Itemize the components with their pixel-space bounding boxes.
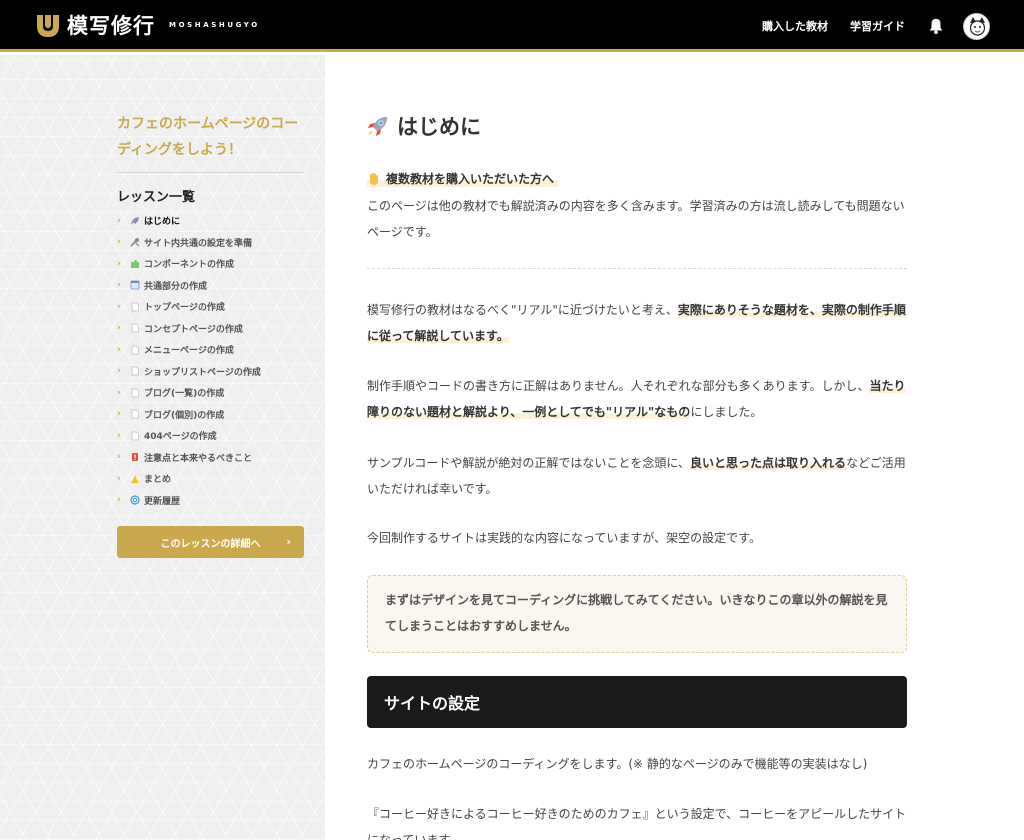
page-icon <box>131 431 139 441</box>
chevron-right-icon: › <box>117 387 121 398</box>
lesson-label: トップページの作成 <box>144 303 225 314</box>
intro-paragraph-3: サンプルコードや解説が絶対の正解ではないことを念頭に、良いと思った点は取り入れる… <box>367 450 907 502</box>
nav-purchased-materials[interactable]: 購入した教材 <box>762 18 828 34</box>
logo-mark-icon <box>37 14 59 37</box>
pray-icon <box>131 474 139 483</box>
chevron-right-icon: › <box>117 323 121 334</box>
lesson-label: ショップリストページの作成 <box>144 367 261 378</box>
lesson-item-common-settings[interactable]: › サイト内共通の設定を準備 <box>117 232 317 254</box>
page-icon <box>131 409 139 419</box>
chevron-right-icon: › <box>286 535 291 548</box>
lesson-label: ブログ(個別)の作成 <box>144 410 225 421</box>
chevron-right-icon: › <box>117 301 121 312</box>
intro-paragraph-1: 模写修行の教材はなるべく"リアル"に近づけたいと考え、実際にありそうな題材を、実… <box>367 297 907 349</box>
paragraph-text: 制作手順やコードの書き方に正解はありません。人それぞれな部分も多くあります。しか… <box>367 379 870 393</box>
section-heading-site-settings: サイトの設定 <box>367 676 907 728</box>
raised-hand-icon <box>370 172 378 185</box>
window-icon <box>130 280 140 290</box>
refresh-icon <box>130 495 140 505</box>
site-settings-paragraph-2: 『コーヒー好きによるコーヒー好きのためのカフェ』という設定で、コーヒーをアピール… <box>367 807 907 840</box>
chevron-right-icon: › <box>117 473 121 484</box>
lesson-label: 注意点と本来やるべきこと <box>144 453 253 464</box>
lesson-item-404-page[interactable]: › 404ページの作成 <box>117 425 317 447</box>
lesson-label: コンセプトページの作成 <box>144 324 243 335</box>
chevron-right-icon: › <box>117 237 121 248</box>
lesson-label: 共通部分の作成 <box>144 281 208 292</box>
rocket-icon <box>131 216 139 224</box>
detail-button-label: このレッスンの詳細へ <box>160 538 261 550</box>
lesson-item-blog-single[interactable]: › ブログ(個別)の作成 <box>117 404 317 426</box>
lesson-sidebar: カフェのホームページのコーディングをしよう！ レッスン一覧 › はじめに › サ… <box>0 55 325 840</box>
paragraph-text: サンプルコードや解説が絶対の正解ではないことを念頭に、 <box>367 456 691 470</box>
lesson-detail-button[interactable]: このレッスンの詳細へ › <box>117 526 304 558</box>
chevron-right-icon: › <box>117 495 121 506</box>
page-icon <box>131 323 139 333</box>
lesson-label: 更新履歴 <box>144 496 181 507</box>
chevron-right-icon: › <box>117 452 121 463</box>
avatar-face-icon <box>969 16 986 36</box>
lesson-item-top-page[interactable]: › トップページの作成 <box>117 296 317 318</box>
top-header: 模写修行 MOSHASHUGYO 購入した教材 学習ガイド <box>0 0 1024 52</box>
chevron-right-icon: › <box>117 258 121 269</box>
sidebar-divider <box>117 172 304 173</box>
notice-heading-text: 複数教材を購入いただいた方へ <box>386 172 555 186</box>
chevron-right-icon: › <box>117 215 121 226</box>
lesson-label: はじめに <box>144 217 181 228</box>
page-icon <box>131 388 139 398</box>
notice-heading: 複数教材を購入いただいた方へ <box>367 170 559 187</box>
logo-text-jp: 模写修行 <box>67 13 155 38</box>
site-settings-paragraph-1: カフェのホームページのコーディングをします。(※ 静的なページのみで機能等の実装… <box>367 757 868 771</box>
chevron-right-icon: › <box>117 409 121 420</box>
lesson-item-intro[interactable]: › はじめに <box>117 210 317 232</box>
course-title[interactable]: カフェのホームページのコーディングをしよう！ <box>117 111 307 163</box>
intro-paragraph-4: 今回制作するサイトは実践的な内容になっていますが、架空の設定です。 <box>367 531 761 545</box>
logo-text-en: MOSHASHUGYO <box>169 20 260 29</box>
page-title-text: はじめに <box>397 115 481 139</box>
lesson-item-menu-page[interactable]: › メニューページの作成 <box>117 339 317 361</box>
puzzle-icon <box>131 259 139 268</box>
nav-learning-guide[interactable]: 学習ガイド <box>850 18 905 34</box>
bell-icon[interactable] <box>927 17 945 35</box>
tools-icon <box>130 238 140 247</box>
lesson-item-changelog[interactable]: › 更新履歴 <box>117 490 317 512</box>
highlight-text: 良いと思った点は取り入れる <box>690 456 847 470</box>
lesson-label: 404ページの作成 <box>144 432 217 443</box>
chevron-right-icon: › <box>117 366 121 377</box>
header-nav: 購入した教材 学習ガイド <box>762 0 1024 52</box>
intro-paragraph-2: 制作手順やコードの書き方に正解はありません。人それぞれな部分も多くあります。しか… <box>367 373 907 425</box>
site-logo[interactable]: 模写修行 MOSHASHUGYO <box>34 0 260 51</box>
page-icon <box>131 345 139 355</box>
page-title: はじめに <box>367 111 481 141</box>
paragraph-text: にしました。 <box>690 405 763 419</box>
lesson-label: サイト内共通の設定を準備 <box>144 238 253 249</box>
page-icon <box>131 366 139 376</box>
lesson-item-notes[interactable]: › 注意点と本来やるべきこと <box>117 447 317 469</box>
caution-note-box: まずはデザインを見てコーディングに挑戦してみてください。いきなりこの章以外の解説… <box>367 575 907 653</box>
lesson-label: メニューページの作成 <box>144 346 234 357</box>
paragraph-text: 模写修行の教材はなるべく"リアル"に近づけたいと考え、 <box>367 303 678 317</box>
lesson-label: コンポーネントの作成 <box>144 260 235 271</box>
warning-icon <box>132 453 138 462</box>
page-icon <box>131 302 139 312</box>
chevron-right-icon: › <box>117 430 121 441</box>
lesson-item-shoplist-page[interactable]: › ショップリストページの作成 <box>117 361 317 383</box>
lesson-item-components[interactable]: › コンポーネントの作成 <box>117 253 317 275</box>
lesson-label: ブログ(一覧)の作成 <box>144 389 225 400</box>
lesson-item-blog-list[interactable]: › ブログ(一覧)の作成 <box>117 382 317 404</box>
lesson-label: まとめ <box>144 475 172 486</box>
main-content: はじめに 複数教材を購入いただいた方へ このページは他の教材でも解説済みの内容を… <box>325 55 1024 840</box>
user-avatar[interactable] <box>963 12 990 40</box>
lesson-list: › はじめに › サイト内共通の設定を準備 › コンポーネントの作成 › 共通部… <box>117 210 317 511</box>
chevron-right-icon: › <box>117 280 121 291</box>
chevron-right-icon: › <box>117 344 121 355</box>
lesson-item-common-parts[interactable]: › 共通部分の作成 <box>117 275 317 297</box>
lesson-list-heading: レッスン一覧 <box>117 190 196 205</box>
lesson-item-concept-page[interactable]: › コンセプトページの作成 <box>117 318 317 340</box>
notice-text: このページは他の教材でも解説済みの内容を多く含みます。学習済みの方は流し読みして… <box>367 199 905 239</box>
dashed-divider <box>367 268 907 269</box>
rocket-icon <box>368 117 387 136</box>
lesson-item-summary[interactable]: › まとめ <box>117 468 317 490</box>
